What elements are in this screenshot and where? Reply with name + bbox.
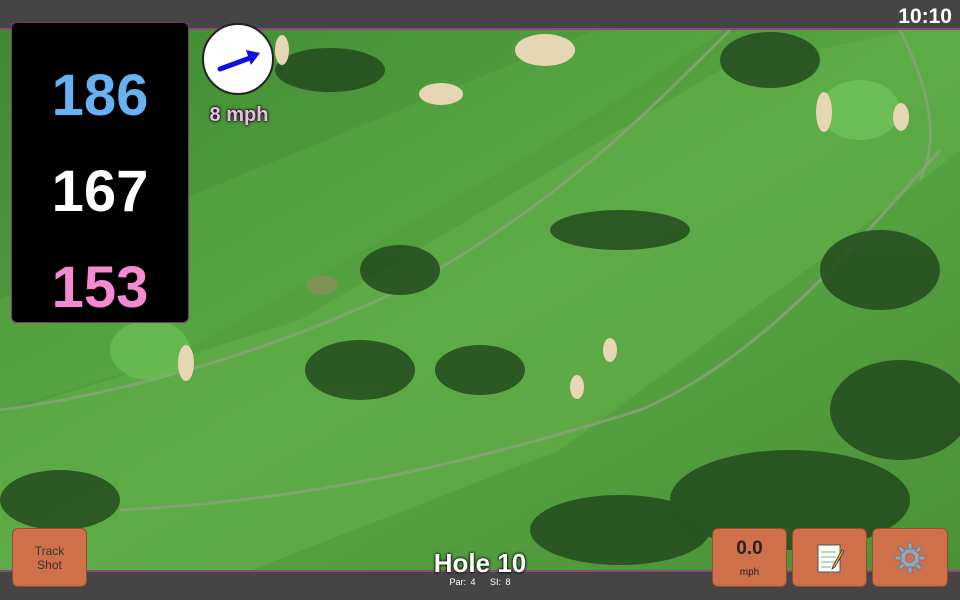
wind-speed: 8 mph xyxy=(209,104,269,126)
clock: 10:10 xyxy=(898,5,952,28)
gear-icon xyxy=(894,542,926,573)
notes-button[interactable] xyxy=(792,528,867,587)
middle-distance: 167 xyxy=(51,159,149,224)
track-shot-label: Track Shot xyxy=(34,543,65,572)
hole-meta: Par: 4 SI: 8 xyxy=(380,577,580,587)
speed-unit: mph xyxy=(739,567,760,578)
speed-button[interactable]: 0.0 mph xyxy=(712,528,787,587)
front-distance: 153 xyxy=(51,255,149,320)
hole-stroke-index: SI: 8 xyxy=(490,577,511,587)
wind-indicator xyxy=(202,23,274,95)
hole-par: Par: 4 xyxy=(449,577,476,587)
track-shot-button[interactable]: Track Shot xyxy=(12,528,87,587)
hole-title: Hole 10 xyxy=(433,548,527,578)
speed-value: 0.0 xyxy=(736,538,763,559)
settings-button[interactable] xyxy=(872,528,948,587)
distance-panel: 186 167 153 xyxy=(11,22,189,323)
back-distance: 186 xyxy=(51,63,149,128)
wind-direction-arrow-icon xyxy=(217,50,260,72)
notepad-icon xyxy=(817,544,845,572)
